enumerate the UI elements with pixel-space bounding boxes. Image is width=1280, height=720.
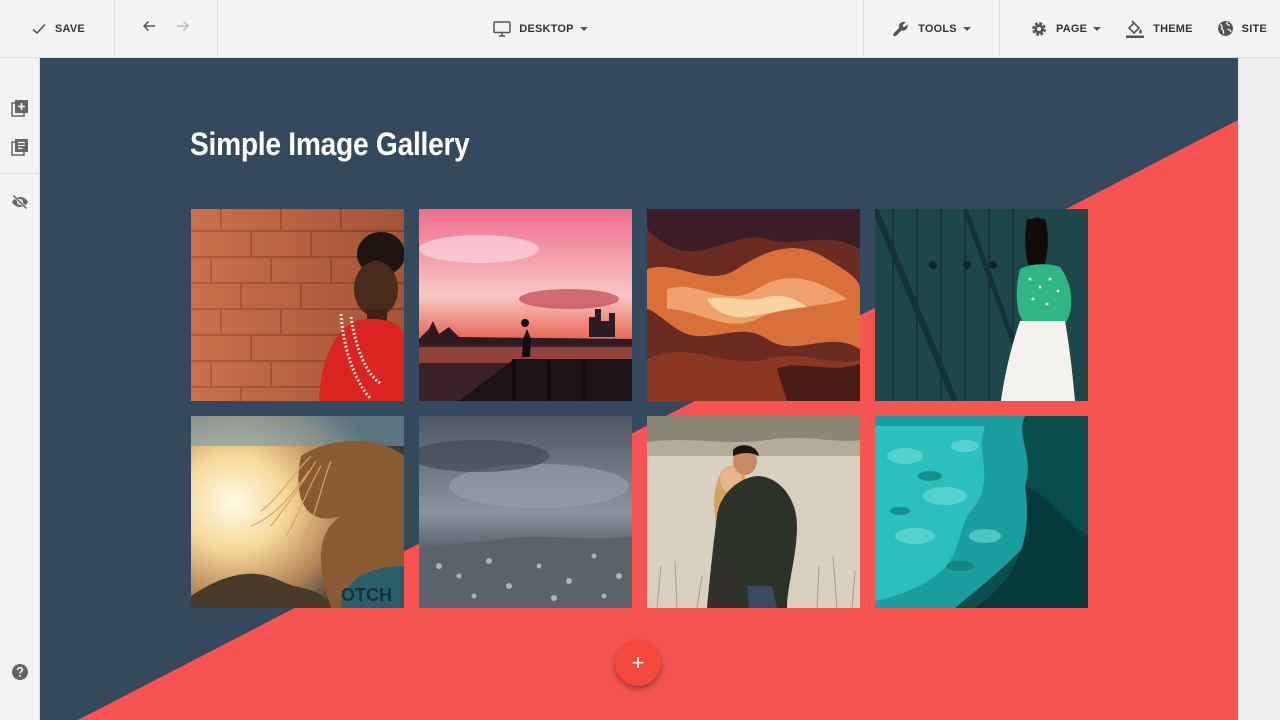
globe-icon xyxy=(1217,20,1234,37)
page-label: PAGE xyxy=(1056,22,1088,35)
visibility-off-icon[interactable] xyxy=(10,192,30,212)
gallery-image-woman-brick-wall[interactable] xyxy=(191,209,404,401)
check-icon xyxy=(31,21,47,37)
gallery-image-antelope-canyon[interactable] xyxy=(647,209,860,401)
gallery-title[interactable]: Simple Image Gallery xyxy=(190,126,470,163)
library-icon[interactable] xyxy=(10,137,30,157)
gallery-image-woman-green-blouse[interactable] xyxy=(875,209,1088,401)
chevron-down-icon xyxy=(962,26,971,31)
svg-text:OTCH: OTCH xyxy=(341,585,392,605)
help-icon[interactable] xyxy=(10,662,30,682)
tools-dropdown[interactable]: TOOLS xyxy=(892,20,971,38)
page-dropdown[interactable]: PAGE xyxy=(1030,20,1102,38)
editor-toolbar: SAVE DESKTOP TOOLS PAGE THEME SITE xyxy=(0,0,1280,58)
device-view-label: DESKTOP xyxy=(519,22,574,35)
view-mode-group: DESKTOP xyxy=(218,0,864,58)
gallery-image-hair-sunlight[interactable]: OTCH xyxy=(191,416,404,608)
site-label: SITE xyxy=(1241,22,1267,35)
canvas-scrollbar[interactable] xyxy=(1238,58,1280,720)
add-block-button[interactable]: + xyxy=(615,640,661,686)
site-button[interactable]: SITE xyxy=(1217,20,1267,37)
gear-icon xyxy=(1030,20,1048,38)
add-block-icon[interactable] xyxy=(10,98,30,118)
paint-bucket-icon xyxy=(1125,19,1145,39)
tools-group: TOOLS xyxy=(864,0,1000,58)
sidebar-divider xyxy=(0,173,40,174)
wrench-icon xyxy=(892,20,910,38)
page-settings-group: PAGE THEME SITE xyxy=(1000,0,1280,58)
redo-arrow-icon[interactable] xyxy=(175,18,191,39)
page-canvas: Simple Image Gallery OTCH + xyxy=(40,58,1238,720)
editor-sidebar xyxy=(0,58,40,720)
save-label: SAVE xyxy=(55,22,85,35)
save-group: SAVE xyxy=(0,0,115,58)
chevron-down-icon xyxy=(1093,26,1102,31)
gallery-image-sunset-city[interactable] xyxy=(419,209,632,401)
gallery-image-couple-field[interactable] xyxy=(647,416,860,608)
gallery-image-turquoise-water[interactable] xyxy=(875,416,1088,608)
save-button[interactable]: SAVE xyxy=(31,21,85,37)
desktop-monitor-icon xyxy=(493,20,512,37)
gallery-image-stormy-forest[interactable] xyxy=(419,416,632,608)
tools-label: TOOLS xyxy=(918,22,957,35)
theme-button[interactable]: THEME xyxy=(1125,19,1193,39)
theme-label: THEME xyxy=(1153,22,1193,35)
history-group xyxy=(115,0,218,58)
undo-arrow-icon[interactable] xyxy=(141,18,157,39)
device-view-dropdown[interactable]: DESKTOP xyxy=(493,20,588,37)
chevron-down-icon xyxy=(579,26,588,31)
